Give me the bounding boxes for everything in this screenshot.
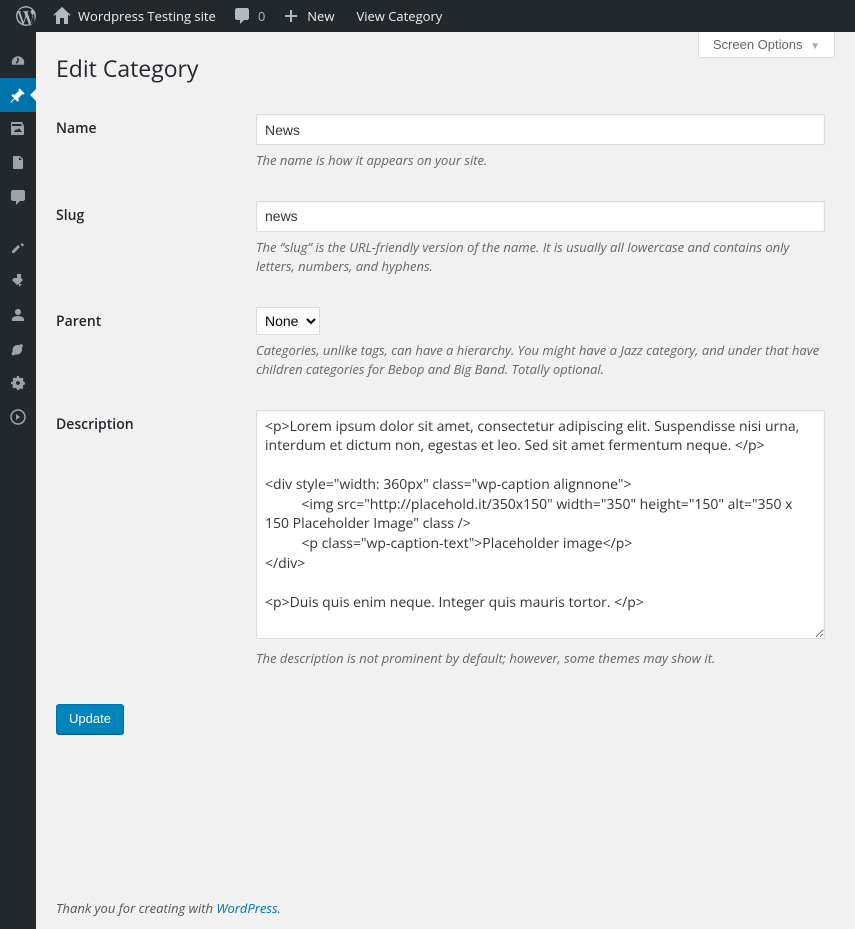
dashboard-icon [8,51,28,71]
sidebar-posts[interactable] [0,78,36,112]
plus-icon [281,6,301,26]
sidebar-collapse[interactable] [0,400,36,434]
comments-link[interactable]: 0 [224,0,273,32]
new-content-link[interactable]: New [273,0,342,32]
slug-description: The “slug” is the URL-friendly version o… [256,238,825,277]
parent-select[interactable]: None [256,307,320,335]
sidebar-users[interactable] [0,298,36,332]
sidebar-dashboard[interactable] [0,44,36,78]
wp-logo[interactable] [8,0,44,32]
name-description: The name is how it appears on your site. [256,151,825,171]
name-input[interactable] [256,114,825,145]
update-button[interactable]: Update [56,704,124,734]
new-label: New [307,7,334,25]
footer: Thank you for creating with WordPress. [56,899,281,917]
admin-sidebar [0,32,36,929]
chevron-down-icon: ▼ [810,41,820,52]
footer-suffix: . [278,899,281,917]
parent-description: Categories, unlike tags, can have a hier… [256,341,825,380]
settings-icon [8,373,28,393]
sidebar-media[interactable] [0,112,36,146]
pin-icon [8,85,28,105]
sidebar-pages[interactable] [0,146,36,180]
wordpress-icon [16,6,36,26]
sidebar-tools[interactable] [0,332,36,366]
pages-icon [8,153,28,173]
description-textarea[interactable] [256,410,825,640]
parent-label: Parent [56,312,101,331]
collapse-icon [8,407,28,427]
screen-options-button[interactable]: Screen Options ▼ [698,32,835,58]
comment-icon [232,6,252,26]
comments-icon [8,187,28,207]
footer-text: Thank you for creating with [56,899,216,917]
home-icon [52,6,72,26]
screen-options-label: Screen Options [713,37,803,52]
sidebar-appearance[interactable] [0,230,36,264]
view-category-link[interactable]: View Category [342,0,450,32]
users-icon [8,305,28,325]
content-area: Screen Options ▼ Edit Category Name The … [36,32,855,929]
sidebar-settings[interactable] [0,366,36,400]
name-label: Name [56,119,97,138]
site-name-link[interactable]: Wordpress Testing site [44,0,224,32]
site-name-label: Wordpress Testing site [78,7,216,25]
footer-link[interactable]: WordPress [216,899,277,917]
plugins-icon [8,271,28,291]
slug-input[interactable] [256,201,825,232]
description-label: Description [56,415,134,434]
comments-count: 0 [258,7,265,25]
sidebar-comments[interactable] [0,180,36,214]
edit-category-form: Name The name is how it appears on your … [56,99,835,684]
admin-bar: Wordpress Testing site 0 New View Catego… [0,0,855,32]
description-hint: The description is not prominent by defa… [256,649,825,669]
media-icon [8,119,28,139]
appearance-icon [8,237,28,257]
view-category-label: View Category [356,7,442,25]
slug-label: Slug [56,206,84,225]
sidebar-plugins[interactable] [0,264,36,298]
tools-icon [8,339,28,359]
